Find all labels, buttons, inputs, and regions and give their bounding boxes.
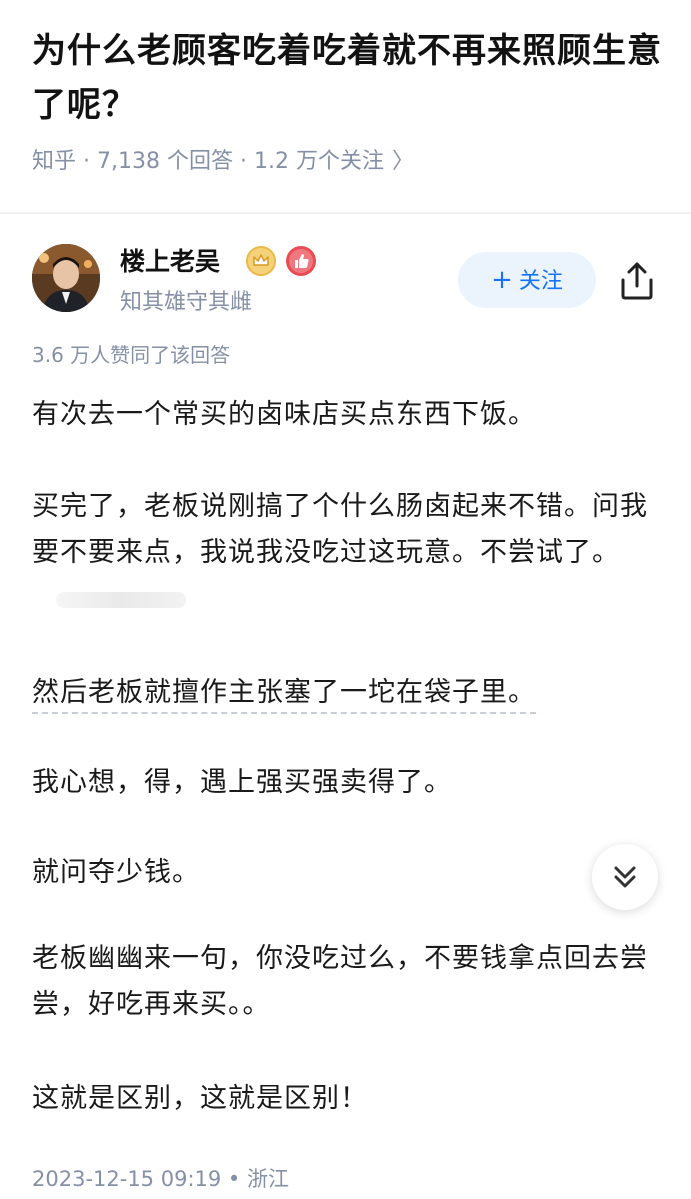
answer-paragraph: 老板幽幽来一句，你没吃过么，不要钱拿点回去尝尝，好吃再来买。。: [32, 943, 648, 1020]
share-icon[interactable]: [614, 258, 660, 304]
answer-paragraph: 有次去一个常买的卤味店买点东西下饭。: [32, 399, 536, 430]
section-divider: [0, 212, 691, 214]
follower-count: 1.2 万个关注: [253, 149, 384, 174]
answer-location: 浙江: [247, 1167, 289, 1191]
thumbs-up-badge-icon: [286, 246, 316, 276]
author-bio: 知其雄守其雌: [120, 290, 253, 315]
meta-separator: ·: [76, 149, 97, 174]
meta-separator: •: [221, 1167, 247, 1191]
answer-paragraph-text: 然后老板就擅作主张塞了一坨在袋子里。: [32, 677, 536, 714]
blurred-watermark: [56, 591, 186, 608]
follow-label: 关注: [518, 269, 563, 294]
vote-count: 3.6 万人赞同了该回答: [32, 343, 231, 367]
avatar[interactable]: [32, 244, 100, 312]
answer-meta: 2023-12-15 09:19 • 浙江: [32, 1162, 289, 1196]
answer-paragraph: 就问夺少钱。: [32, 857, 200, 888]
plus-icon: +: [491, 265, 513, 295]
question-title[interactable]: 为什么老顾客吃着吃着就不再来照顾生意了呢？: [32, 24, 662, 132]
answer-paragraph[interactable]: 然后老板就擅作主张塞了一坨在袋子里。: [32, 670, 662, 716]
answer-page: 为什么老顾客吃着吃着就不再来照顾生意了呢？ 知乎 · 7,138 个回答 · 1…: [0, 0, 691, 1199]
chevron-right-icon: 〉: [391, 149, 414, 174]
follow-button[interactable]: + 关注: [458, 252, 596, 308]
answer-paragraph: 我心想，得，遇上强买强卖得了。: [32, 767, 452, 798]
expand-button[interactable]: [592, 844, 658, 910]
answer-paragraph: 这就是区别，这就是区别！: [32, 1083, 368, 1114]
author-name[interactable]: 楼上老吴: [120, 244, 220, 280]
question-meta[interactable]: 知乎 · 7,138 个回答 · 1.2 万个关注〉: [32, 144, 414, 180]
question-source: 知乎: [32, 149, 77, 174]
double-chevron-down-icon: [614, 866, 636, 888]
crown-badge-icon: [246, 246, 276, 276]
answer-count: 7,138 个回答: [97, 149, 233, 174]
meta-separator: ·: [232, 149, 254, 174]
answer-date: 2023-12-15 09:19: [32, 1167, 222, 1191]
answer-paragraph-text: 买完了，老板说刚搞了个什么肠卤起来不错。问我要不要来点，我说我没吃过这玩意。不尝…: [32, 491, 648, 568]
answer-paragraph: 买完了，老板说刚搞了个什么肠卤起来不错。问我要不要来点，我说我没吃过这玩意。不尝…: [32, 484, 662, 622]
